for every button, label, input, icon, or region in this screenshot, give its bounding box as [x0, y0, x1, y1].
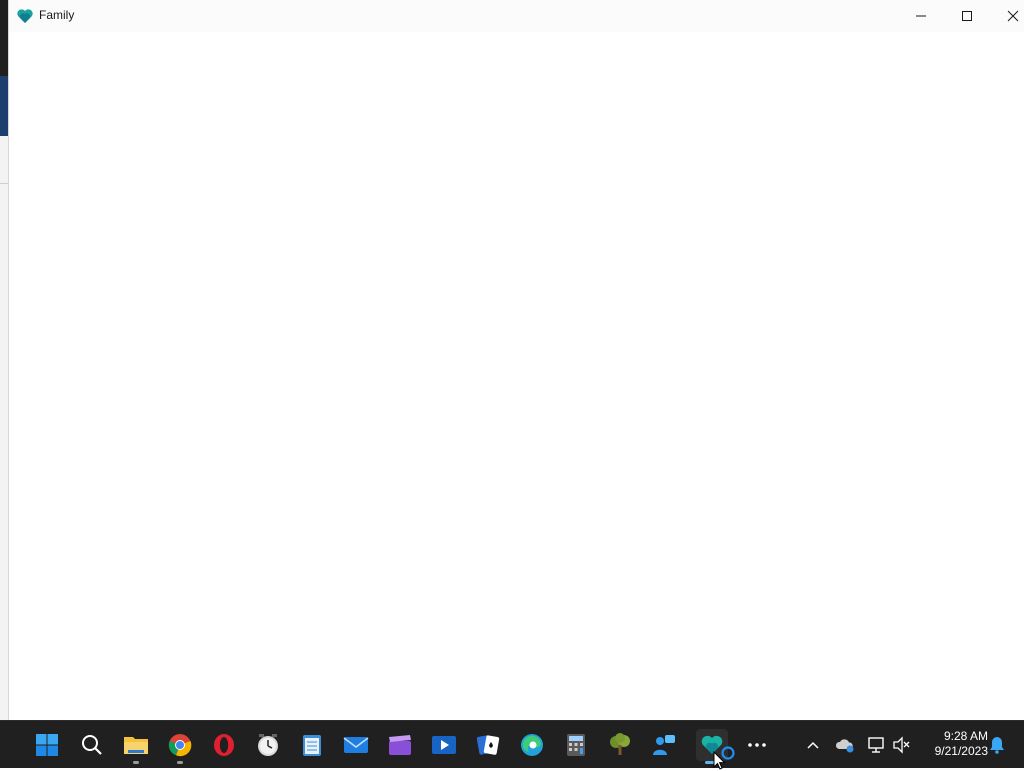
family-heart-icon [17, 9, 33, 23]
more-apps-button[interactable] [741, 729, 773, 761]
notepad-button[interactable] [296, 729, 328, 761]
mail-icon [343, 737, 369, 753]
tree-app-button[interactable] [604, 729, 636, 761]
background-window-accent [0, 76, 8, 136]
media-player-icon [432, 736, 456, 754]
show-hidden-icons-button[interactable] [801, 733, 825, 757]
network-button[interactable] [865, 733, 889, 757]
volume-button[interactable] [890, 733, 914, 757]
clapperboard-icon [389, 735, 411, 755]
onedrive-icon [835, 739, 854, 753]
solitaire-button[interactable] [472, 729, 504, 761]
cards-icon [476, 735, 500, 755]
running-indicator [133, 761, 139, 764]
window-title: Family [39, 8, 75, 22]
notifications-button[interactable] [985, 733, 1009, 757]
family-app-window: Family [8, 0, 1024, 720]
volume-muted-icon [893, 736, 910, 754]
background-window-divider [0, 183, 8, 184]
notepad-icon [303, 735, 321, 756]
title-bar[interactable]: Family [9, 0, 1024, 32]
file-explorer-button[interactable] [120, 729, 152, 764]
clock-date: 9/21/2023 [934, 744, 988, 758]
clock-app-button[interactable] [252, 729, 284, 761]
minimize-button[interactable] [898, 0, 944, 32]
network-icon [868, 737, 884, 753]
opera-button[interactable] [208, 729, 240, 761]
maximize-button[interactable] [944, 0, 990, 32]
chrome-icon [168, 734, 192, 757]
onedrive-button[interactable] [833, 733, 857, 757]
minimize-icon [916, 15, 926, 17]
alarm-clock-icon [258, 734, 278, 756]
windows-logo-icon [36, 734, 58, 756]
tree-icon [610, 733, 630, 755]
bell-icon [990, 737, 1004, 754]
quick-assist-button[interactable] [648, 729, 680, 761]
more-icon [748, 743, 766, 747]
system-clock[interactable]: 9:28 AM 9/21/2023 [918, 729, 988, 759]
clock-time: 9:28 AM [943, 729, 988, 743]
chrome-button[interactable] [164, 729, 196, 764]
window-content [9, 32, 1024, 720]
calculator-icon [567, 734, 585, 756]
mail-button[interactable] [340, 729, 372, 761]
search-icon [82, 735, 102, 755]
search-button[interactable] [76, 729, 108, 761]
media-player-button[interactable] [428, 729, 460, 761]
mouse-cursor-icon [713, 751, 726, 770]
opera-icon [214, 734, 234, 756]
maximize-icon [962, 11, 972, 21]
background-window-edge [0, 0, 8, 720]
video-editor-button[interactable] [384, 729, 416, 761]
running-indicator [177, 761, 183, 764]
start-button[interactable] [31, 729, 63, 761]
calculator-button[interactable] [560, 729, 592, 761]
background-window-header [0, 0, 8, 76]
chevron-up-icon [807, 741, 819, 749]
quick-assist-icon [653, 735, 675, 755]
edge-icon [521, 734, 543, 756]
close-icon [1007, 10, 1019, 22]
folder-icon [124, 737, 148, 754]
edge-button[interactable] [516, 729, 548, 761]
taskbar: 9:28 AM 9/21/2023 [0, 720, 1024, 768]
close-button[interactable] [990, 0, 1024, 32]
